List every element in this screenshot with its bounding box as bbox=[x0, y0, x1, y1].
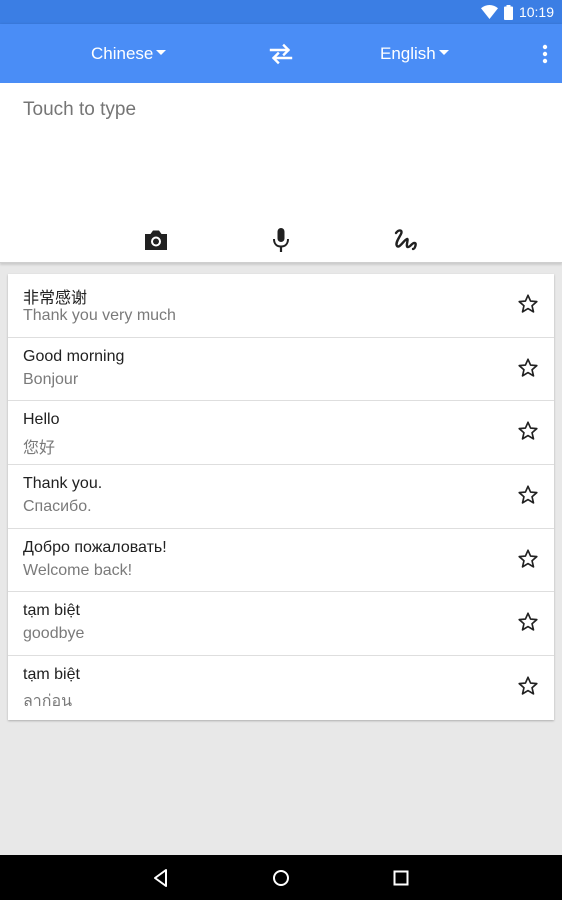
system-navigation-bar bbox=[0, 855, 562, 900]
dropdown-arrow-icon bbox=[156, 50, 167, 55]
recents-icon[interactable] bbox=[390, 867, 412, 889]
microphone-icon[interactable] bbox=[266, 225, 296, 255]
history-translation-text: Bonjour bbox=[23, 370, 79, 388]
history-translation-text: Спасибо. bbox=[23, 498, 92, 516]
history-item[interactable]: 非常感谢 Thank you very much bbox=[8, 274, 554, 338]
status-time: 10:19 bbox=[518, 4, 554, 20]
star-icon[interactable] bbox=[517, 548, 539, 570]
back-icon[interactable] bbox=[150, 867, 172, 889]
history-translation-text: Thank you very much bbox=[23, 307, 176, 324]
star-icon[interactable] bbox=[517, 293, 539, 315]
target-language-selector[interactable]: English bbox=[380, 24, 449, 83]
dropdown-arrow-icon bbox=[438, 50, 449, 55]
battery-icon bbox=[503, 4, 513, 20]
source-language-selector[interactable]: Chinese bbox=[91, 24, 167, 83]
history-translation-text: ลาก่อน bbox=[23, 693, 73, 711]
camera-icon[interactable] bbox=[141, 225, 171, 255]
history-translation-text: goodbye bbox=[23, 625, 85, 643]
history-source-text: Good morning bbox=[23, 347, 125, 365]
history-source-text: tạm biệt bbox=[23, 602, 80, 620]
history-source-text: Thank you. bbox=[23, 475, 103, 493]
history-source-text: 非常感谢 bbox=[23, 290, 88, 307]
swap-languages-icon[interactable] bbox=[268, 41, 294, 67]
history-source-text: Добро пожаловать! bbox=[23, 538, 167, 556]
home-icon[interactable] bbox=[270, 867, 292, 889]
handwriting-icon[interactable] bbox=[390, 225, 420, 255]
history-item[interactable]: tạm biệt ลาก่อน bbox=[8, 656, 554, 720]
history-translation-text: 您好 bbox=[23, 440, 56, 458]
status-bar: 10:19 bbox=[0, 0, 562, 24]
star-icon[interactable] bbox=[517, 420, 539, 442]
more-vert-icon[interactable] bbox=[534, 41, 556, 67]
history-source-text: Hello bbox=[23, 411, 60, 429]
history-translation-text: Welcome back! bbox=[23, 561, 133, 579]
history-item[interactable]: Thank you. Спасибо. bbox=[8, 465, 554, 529]
star-icon[interactable] bbox=[517, 675, 539, 697]
star-icon[interactable] bbox=[517, 357, 539, 379]
app-toolbar: Chinese English bbox=[0, 24, 562, 83]
translation-history-list: 非常感谢 Thank you very much Good morning Bo… bbox=[8, 274, 554, 720]
history-item[interactable]: Good morning Bonjour bbox=[8, 338, 554, 402]
history-item[interactable]: Hello 您好 bbox=[8, 401, 554, 466]
source-language-label: Chinese bbox=[91, 43, 154, 63]
translation-input-area[interactable]: Touch to type bbox=[0, 83, 562, 263]
star-icon[interactable] bbox=[517, 484, 539, 506]
star-icon[interactable] bbox=[517, 611, 539, 633]
target-language-label: English bbox=[380, 43, 436, 63]
history-item[interactable]: tạm biệt goodbye bbox=[8, 592, 554, 657]
wifi-icon bbox=[480, 5, 498, 19]
history-source-text: tạm biệt bbox=[23, 666, 80, 684]
input-placeholder[interactable]: Touch to type bbox=[23, 99, 136, 121]
history-item[interactable]: Добро пожаловать! Welcome back! bbox=[8, 529, 554, 593]
